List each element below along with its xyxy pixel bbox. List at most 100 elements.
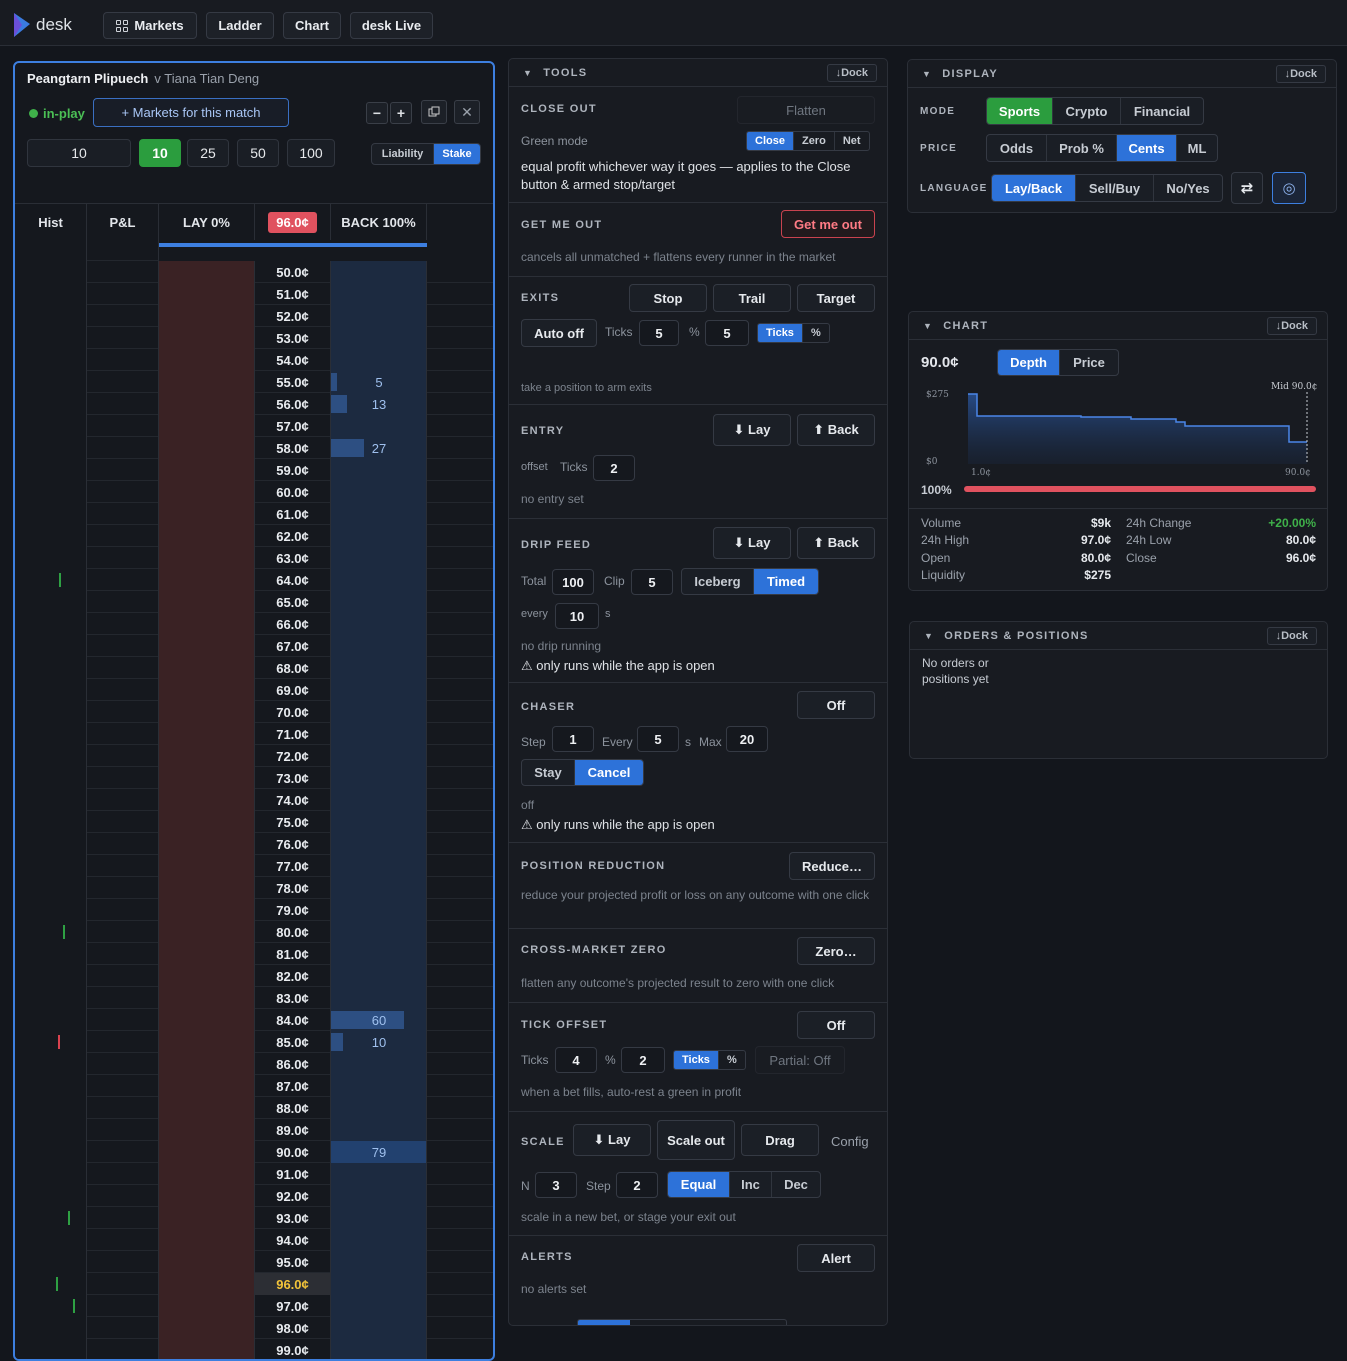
dock-button[interactable]: ↓Dock [1266,317,1317,335]
chart-button[interactable]: Chart [283,12,341,39]
back-cell[interactable] [331,1163,427,1185]
drag-button[interactable]: Drag [741,1124,819,1156]
lay-cell[interactable] [159,1075,255,1097]
get-me-out-button[interactable]: Get me out [781,210,875,238]
back-cell[interactable] [331,1119,427,1141]
back-cell[interactable] [331,547,427,569]
lay-cell[interactable] [159,1229,255,1251]
entry-ticks-input[interactable]: 2 [593,455,635,481]
stake-preset-25[interactable]: 25 [187,139,229,167]
lay-cell[interactable] [159,789,255,811]
back-cell[interactable] [331,261,427,283]
back-cell[interactable] [331,1229,427,1251]
back-cell[interactable] [331,789,427,811]
zero-button[interactable]: Zero… [797,937,875,965]
unit-pct[interactable]: % [803,324,829,342]
back-cell[interactable] [331,767,427,789]
mode-inc[interactable]: Inc [730,1172,772,1197]
back-cell[interactable] [331,987,427,1009]
chaser-max-input[interactable]: 20 [726,726,768,752]
back-cell[interactable] [331,899,427,921]
tab-price[interactable]: Price [1060,350,1118,375]
lay-cell[interactable] [159,987,255,1009]
back-cell[interactable]: 13 [331,393,427,415]
mode-sports[interactable]: Sports [987,98,1053,124]
lay-cell[interactable] [159,591,255,613]
lay-cell[interactable] [159,349,255,371]
lay-cell[interactable] [159,877,255,899]
lay-cell[interactable] [159,1163,255,1185]
back-cell[interactable] [331,349,427,371]
markets-button[interactable]: Markets [103,12,197,39]
chart-header[interactable]: ▼ CHART ↓Dock [909,312,1327,340]
lay-cell[interactable] [159,811,255,833]
lay-cell[interactable] [159,327,255,349]
reduce-button[interactable]: Reduce… [789,852,875,880]
mode-iceberg[interactable]: Iceberg [682,569,754,594]
mode-cancel[interactable]: Cancel [575,760,643,785]
lang-lay-back[interactable]: Lay/Back [992,175,1076,201]
stake-preset-50[interactable]: 50 [237,139,279,167]
chevron-down-icon[interactable]: ▼ [523,68,533,78]
app-logo[interactable]: desk [12,12,72,38]
back-cell[interactable] [331,921,427,943]
orders-header[interactable]: ▼ ORDERS & POSITIONS ↓Dock [910,622,1327,650]
price-prob[interactable]: Prob % [1047,135,1117,161]
back-cell[interactable] [331,613,427,635]
mode-stay[interactable]: Stay [522,760,575,785]
back-cell[interactable] [331,305,427,327]
mode-equal[interactable]: Equal [668,1172,730,1197]
exit-ticks-input[interactable]: 5 [639,320,679,346]
dock-button[interactable]: ↓Dock [1275,65,1326,83]
unit-ticks[interactable]: Ticks [758,324,803,342]
flatten-button[interactable]: Flatten [737,96,875,124]
back-cell[interactable] [331,481,427,503]
back-cell[interactable] [331,745,427,767]
lay-cell[interactable] [159,635,255,657]
drip-total-input[interactable]: 100 [552,569,594,595]
lay-cell[interactable] [159,613,255,635]
back-header[interactable]: BACK 100% [331,204,427,240]
back-cell[interactable] [331,459,427,481]
lay-cell[interactable] [159,1185,255,1207]
to-pct-input[interactable]: 2 [621,1047,665,1073]
lay-cell[interactable] [159,965,255,987]
back-cell[interactable] [331,415,427,437]
back-cell[interactable]: 10 [331,1031,427,1053]
lay-cell[interactable] [159,855,255,877]
lay-cell[interactable] [159,943,255,965]
stake-toggle[interactable]: Stake [434,144,480,164]
price-cents[interactable]: Cents [1117,135,1177,161]
scale-lay-button[interactable]: ⬇ Lay [573,1124,651,1156]
back-cell[interactable] [331,503,427,525]
drip-clip-input[interactable]: 5 [631,569,673,595]
drip-lay-button[interactable]: ⬇ Lay [713,527,791,559]
auto-off-button[interactable]: Auto off [521,319,597,347]
lay-cell[interactable] [159,525,255,547]
scale-step-input[interactable]: 2 [616,1172,658,1198]
mode-crypto[interactable]: Crypto [1053,98,1121,124]
chaser-step-input[interactable]: 1 [552,726,594,752]
back-cell[interactable] [331,1185,427,1207]
close-ladder-button[interactable]: ✕ [454,100,480,124]
lay-cell[interactable] [159,1251,255,1273]
mode-timed[interactable]: Timed [754,569,818,594]
stake-preset-100[interactable]: 100 [287,139,335,167]
back-cell[interactable]: 5 [331,371,427,393]
back-cell[interactable] [331,1273,427,1295]
lay-cell[interactable] [159,723,255,745]
lay-cell[interactable] [159,437,255,459]
more-tabs[interactable] [577,1319,787,1325]
lay-cell[interactable] [159,1207,255,1229]
mode-zero[interactable]: Zero [794,132,835,150]
lay-cell[interactable] [159,481,255,503]
lay-cell[interactable] [159,1119,255,1141]
to-unit-ticks[interactable]: Ticks [674,1051,719,1069]
back-cell[interactable] [331,1075,427,1097]
drip-every-input[interactable]: 10 [555,603,599,629]
markets-for-match-button[interactable]: + Markets for this match [93,98,289,127]
back-cell[interactable] [331,877,427,899]
to-unit-pct[interactable]: % [719,1051,745,1069]
back-cell[interactable] [331,283,427,305]
lay-cell[interactable] [159,657,255,679]
